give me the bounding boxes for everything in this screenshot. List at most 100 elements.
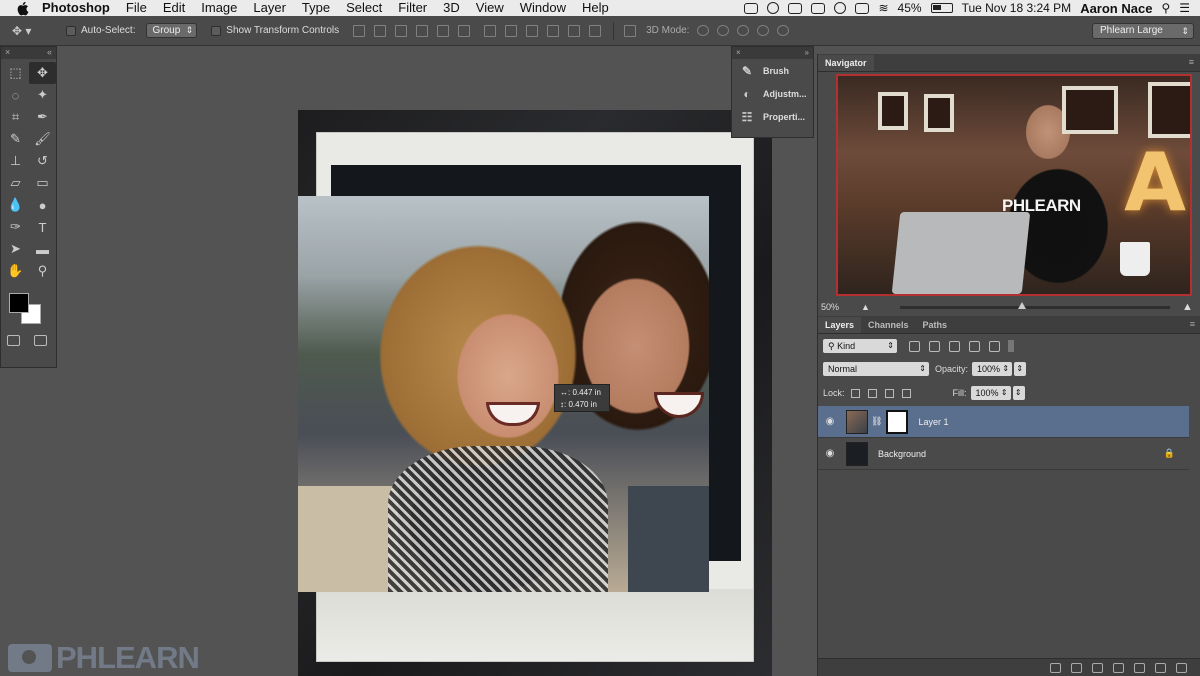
collapse-icon[interactable]: « (47, 47, 52, 59)
tab-paths[interactable]: Paths (916, 317, 955, 333)
panel-adjustments[interactable]: ◐ Adjustm... (732, 82, 813, 105)
align-top-icon[interactable] (353, 24, 366, 37)
new-group-icon[interactable] (1134, 662, 1145, 673)
layer-thumbnail[interactable] (846, 441, 868, 466)
navigator-zoom-slider[interactable] (899, 301, 1170, 309)
zoom-slider-thumb[interactable] (1017, 301, 1026, 309)
healing-brush-icon[interactable]: ✎ (2, 128, 29, 150)
battery-icon[interactable] (930, 3, 953, 13)
distribute-top-icon[interactable] (484, 24, 497, 37)
tab-channels[interactable]: Channels (861, 317, 916, 333)
visibility-eye-icon[interactable]: ◉ (818, 448, 842, 459)
couple-photo-layer[interactable] (298, 196, 709, 592)
tab-navigator[interactable]: Navigator (818, 55, 874, 71)
filter-toggle[interactable] (1008, 340, 1014, 352)
auto-align-icon[interactable] (624, 24, 637, 37)
screen-mode-icon[interactable] (34, 335, 47, 346)
filter-adjustment-icon[interactable] (929, 340, 940, 352)
brush-tool-icon[interactable]: 🖌 (29, 128, 56, 150)
delete-layer-icon[interactable] (1176, 662, 1187, 673)
auto-select-dropdown[interactable]: Group (146, 23, 198, 38)
type-tool-icon[interactable]: T (29, 216, 56, 238)
zoom-tool-icon[interactable]: ⚲ (29, 260, 56, 282)
lock-all-icon[interactable] (901, 388, 911, 398)
spotlight-search-icon[interactable]: ⚲ (1161, 1, 1170, 15)
blur-tool-icon[interactable]: 💧 (2, 194, 29, 216)
visibility-eye-icon[interactable]: ◉ (818, 416, 842, 427)
layer-thumbnail[interactable] (846, 409, 868, 434)
airplay-icon[interactable] (855, 2, 870, 14)
layer-style-fx-icon[interactable] (1071, 662, 1082, 673)
move-tool-icon[interactable]: ✥ (29, 62, 56, 84)
menu-help[interactable]: Help (574, 0, 617, 16)
menu-3d[interactable]: 3D (435, 0, 468, 16)
close-icon[interactable]: × (5, 47, 10, 59)
3d-drag-icon[interactable] (737, 25, 750, 36)
tool-preset-picker[interactable]: ✥ ▾ (12, 21, 52, 41)
creative-cloud-icon[interactable] (767, 2, 780, 14)
battery-percent[interactable]: 45% (898, 1, 922, 15)
align-hcenter-icon[interactable] (437, 24, 450, 37)
clock[interactable]: Tue Nov 18 3:24 PM (962, 1, 1072, 15)
auto-select-option[interactable]: Auto-Select: Group (66, 23, 198, 38)
filter-smart-object-icon[interactable] (989, 340, 1000, 352)
panel-properties[interactable]: ☷ Properti... (732, 105, 813, 128)
align-bottom-icon[interactable] (395, 24, 408, 37)
filter-shape-icon[interactable] (969, 340, 980, 352)
layer-name[interactable]: Background (878, 449, 926, 459)
layer-name[interactable]: Layer 1 (918, 417, 948, 427)
panel-menu-icon[interactable]: ≡ (1189, 57, 1194, 67)
foreground-color[interactable] (9, 293, 29, 313)
layer-mask-thumbnail[interactable] (886, 409, 909, 434)
distribute-right-icon[interactable] (589, 24, 602, 37)
fill-input[interactable]: 100% (970, 386, 1011, 400)
show-transform-option[interactable]: Show Transform Controls (211, 25, 339, 36)
eraser-tool-icon[interactable]: ▱ (2, 172, 29, 194)
notification-center-icon[interactable]: ☰ (1179, 1, 1190, 15)
3d-slide-icon[interactable] (757, 25, 770, 36)
layer-row-background[interactable]: ◉ Background 🔒 (818, 438, 1189, 470)
menu-edit[interactable]: Edit (155, 0, 193, 16)
navigator-preview[interactable]: PHLEARN A (836, 74, 1192, 296)
zoom-out-icon[interactable]: ▲ (861, 302, 870, 312)
hand-tool-icon[interactable]: ✋ (2, 260, 29, 282)
close-icon[interactable]: × (736, 47, 741, 59)
menu-layer[interactable]: Layer (245, 0, 294, 16)
clone-stamp-icon[interactable]: ⊥ (2, 150, 29, 172)
menu-window[interactable]: Window (512, 0, 574, 16)
rectangle-tool-icon[interactable]: ▬ (29, 238, 56, 260)
gradient-tool-icon[interactable]: ▭ (29, 172, 56, 194)
blend-mode-dropdown[interactable]: Normal (823, 362, 929, 376)
tools-panel-header[interactable]: × « (1, 47, 56, 59)
mini-panel-header[interactable]: ×» (732, 47, 813, 59)
wifi-icon[interactable]: ≋ (878, 1, 888, 15)
camera-icon[interactable] (744, 2, 759, 14)
filter-type-icon[interactable] (949, 340, 960, 352)
3d-rotate-icon[interactable] (697, 25, 710, 36)
align-vcenter-icon[interactable] (374, 24, 387, 37)
distribute-hcenter-icon[interactable] (568, 24, 581, 37)
menu-image[interactable]: Image (193, 0, 245, 16)
workspace-switcher[interactable]: Phlearn Large (1092, 23, 1194, 39)
opacity-stepper[interactable] (1014, 362, 1027, 376)
marquee-tool-icon[interactable]: ⬚ (2, 62, 29, 84)
time-machine-icon[interactable] (834, 2, 847, 14)
apple-icon[interactable] (12, 0, 32, 16)
screen-icon[interactable] (811, 2, 826, 14)
lock-transparent-icon[interactable] (850, 388, 860, 398)
panel-brush[interactable]: ✎ Brush (732, 59, 813, 82)
magic-wand-icon[interactable]: ✦ (29, 84, 56, 106)
quick-mask-icon[interactable] (7, 335, 20, 346)
show-transform-checkbox[interactable] (211, 25, 222, 36)
opacity-input[interactable]: 100% (972, 362, 1013, 376)
path-select-icon[interactable]: ➤ (2, 238, 29, 260)
menu-select[interactable]: Select (338, 0, 390, 16)
lock-position-icon[interactable] (884, 388, 894, 398)
layer-row-layer-1[interactable]: ◉ ⛓ Layer 1 (818, 406, 1189, 438)
distribute-vcenter-icon[interactable] (505, 24, 518, 37)
zoom-in-icon[interactable]: ▲ (1182, 301, 1193, 313)
distribute-left-icon[interactable] (547, 24, 560, 37)
link-layers-icon[interactable] (1050, 662, 1061, 673)
align-left-icon[interactable] (416, 24, 429, 37)
tab-layers[interactable]: Layers (818, 317, 862, 333)
